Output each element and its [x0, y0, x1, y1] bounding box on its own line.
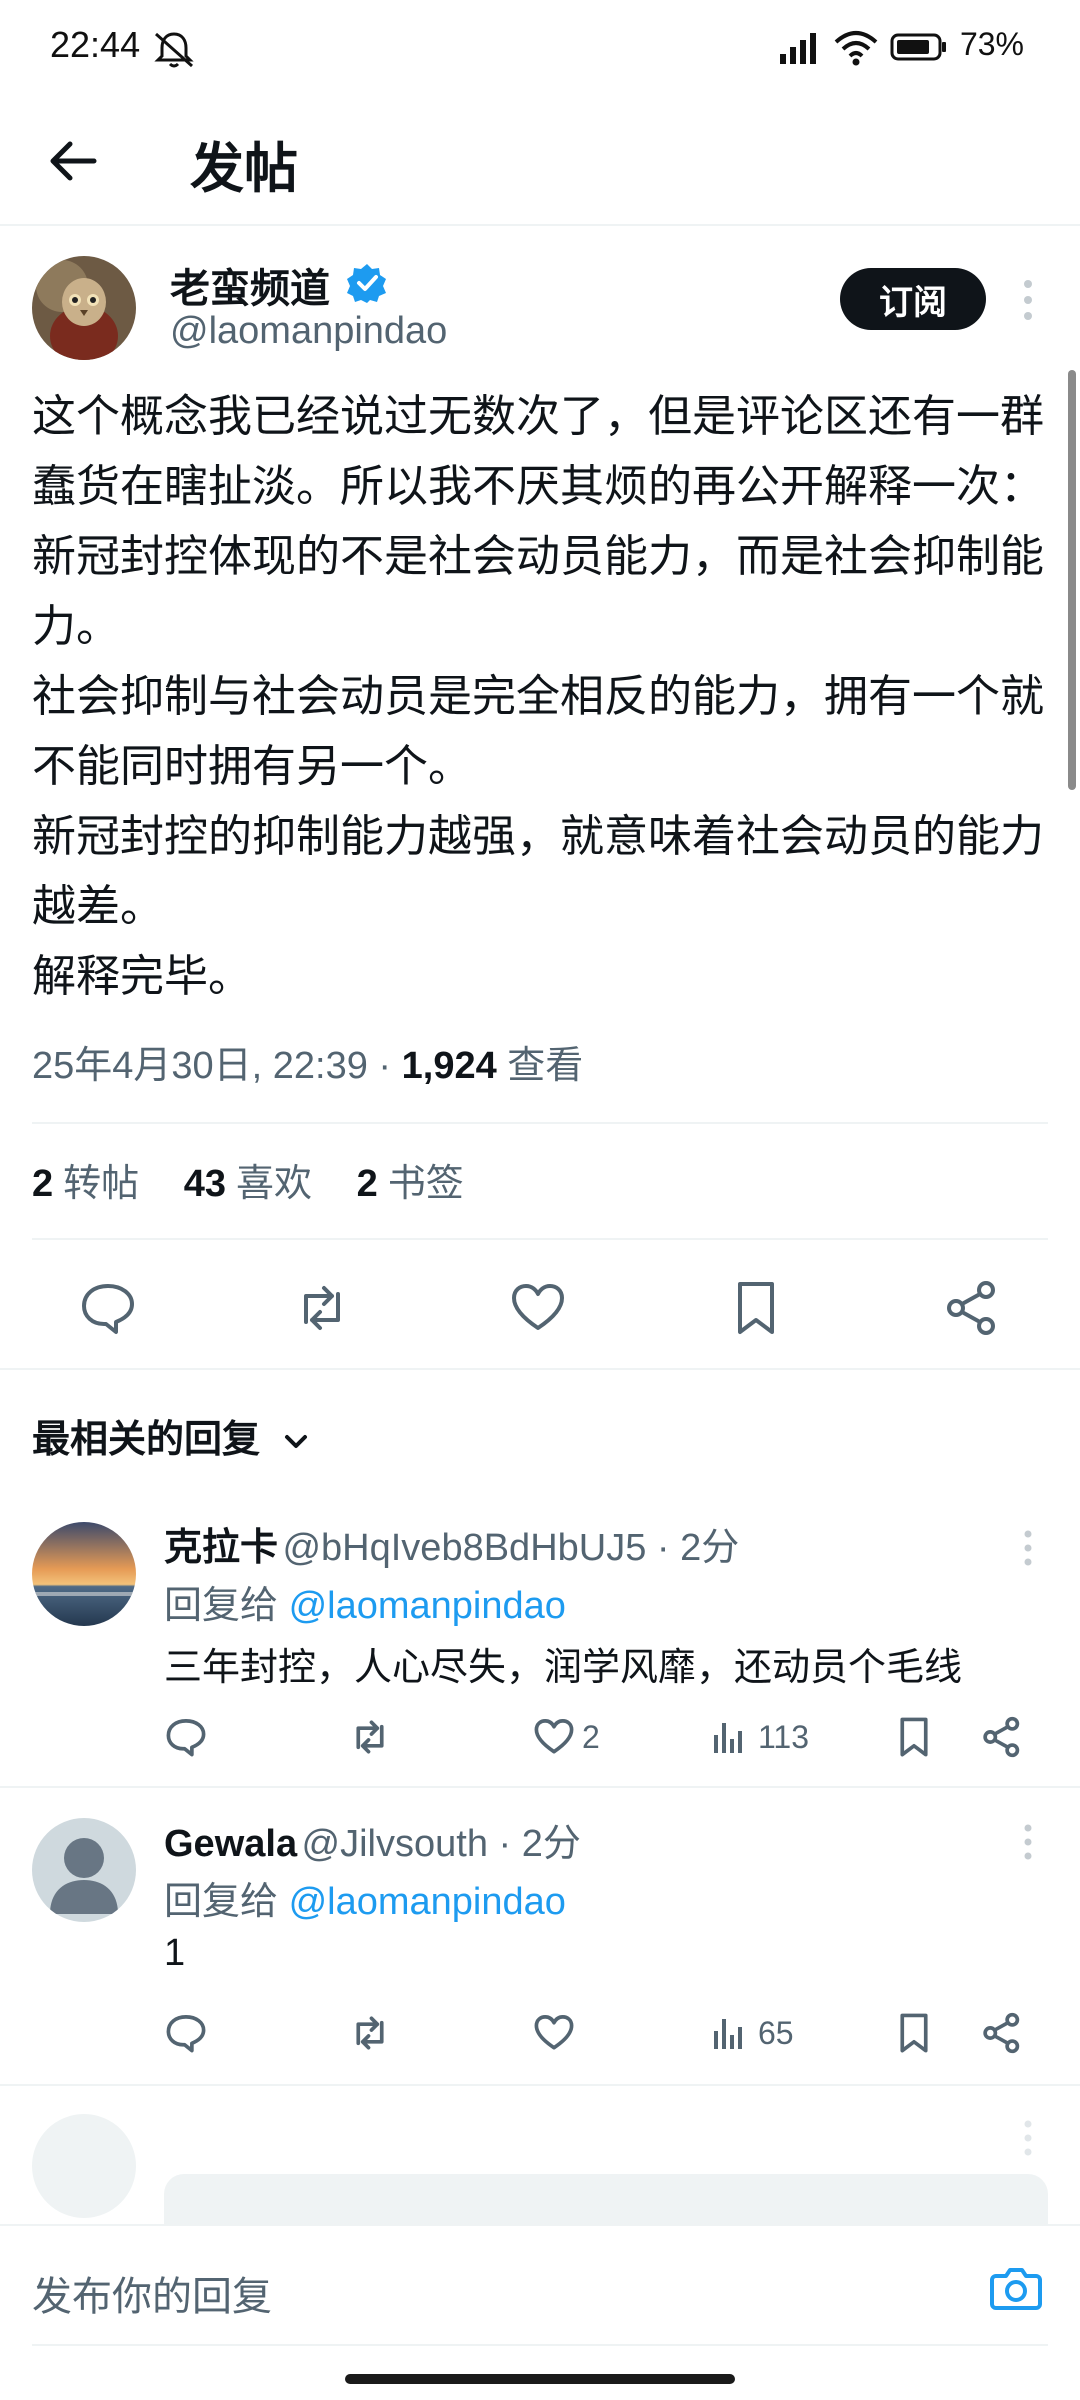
post-stats: 2 转帖 43 喜欢 2 书签 [32, 1152, 498, 1207]
reply-icon[interactable] [78, 1278, 138, 1338]
reply-to-line: 回复给 @laomanpindao [164, 1574, 566, 1629]
like-button[interactable] [532, 2008, 582, 2058]
views-button[interactable]: 113 [710, 1712, 809, 1762]
reply-author-name[interactable]: Gewala [164, 1823, 297, 1865]
loading-avatar-placeholder [32, 2114, 136, 2218]
reply-to-prefix: 回复给 [164, 1881, 289, 1923]
post-action-bar [0, 1248, 1080, 1368]
reply-author-handle[interactable]: @Jilvsouth · 2分 [302, 1823, 581, 1865]
divider [0, 2084, 1080, 2086]
like-heart-icon[interactable] [508, 1278, 568, 1338]
battery-icon [890, 33, 946, 61]
author-avatar[interactable] [32, 256, 136, 360]
views-count: 1,924 [401, 1045, 497, 1087]
reply-to-mention[interactable]: @laomanpindao [289, 1881, 566, 1923]
reposts-count: 2 [32, 1163, 54, 1205]
repost-button[interactable] [348, 2008, 392, 2058]
verified-badge-icon [347, 264, 386, 303]
more-options-icon[interactable] [1016, 278, 1040, 322]
bookmark-icon [900, 2013, 928, 2053]
top-app-bar: 发帖 [0, 96, 1080, 226]
reply-compose-bar[interactable]: 发布你的回复 [0, 2224, 1080, 2346]
divider [0, 1786, 1080, 1788]
reply-avatar[interactable] [32, 1522, 136, 1626]
chevron-down-icon [284, 1434, 307, 1448]
status-time: 22:44 [50, 24, 141, 65]
bookmarks-count: 2 [356, 1163, 378, 1205]
replies-sort-label: 最相关的回复 [32, 1419, 261, 1461]
reply-header: Gewala @Jilvsouth · 2分 [164, 1812, 581, 1867]
author-name-text[interactable]: 老蛮频道 [170, 267, 330, 311]
reply-button[interactable] [164, 1712, 208, 1762]
like-heart-icon [534, 1719, 574, 1754]
wifi-icon [834, 31, 878, 66]
home-indicator[interactable] [345, 2374, 735, 2384]
post-text: 这个概念我已经说过无数次了，但是评论区还有一群蠢货在瞎扯淡。所以我不厌其烦的再公… [32, 392, 1044, 1001]
post-meta: 25年4月30日, 22:39 · 1,924 查看 [32, 1034, 583, 1089]
divider [32, 1238, 1048, 1240]
reply-view-count: 113 [758, 1718, 810, 1755]
battery-percent: 73% [959, 26, 1024, 62]
more-options-icon[interactable] [1016, 1528, 1040, 1568]
reply-icon [166, 2015, 206, 2053]
like-button[interactable]: 2 [532, 1712, 600, 1762]
bookmark-button[interactable] [892, 1712, 936, 1762]
reply-like-count: 2 [582, 1718, 600, 1755]
mute-icon [154, 32, 194, 68]
divider [32, 2344, 1048, 2346]
more-options-icon[interactable] [1016, 1822, 1040, 1862]
status-bar: 22:44 73% [0, 0, 1080, 96]
repost-button[interactable] [348, 1712, 392, 1762]
share-button[interactable] [980, 1712, 1024, 1762]
reply-input[interactable]: 发布你的回复 [32, 2264, 272, 2322]
likes-count: 43 [183, 1163, 226, 1205]
share-icon[interactable] [942, 1278, 1002, 1338]
reply-author-handle[interactable]: @bHqIveb8BdHbUJ5 · 2分 [282, 1527, 739, 1569]
likes-label: 喜欢 [236, 1163, 313, 1205]
reposts-label: 转帖 [63, 1163, 140, 1205]
back-arrow-icon[interactable] [46, 134, 100, 188]
reply-avatar[interactable] [32, 1818, 136, 1922]
bookmark-icon [900, 1717, 928, 1757]
share-icon [983, 1716, 1020, 1758]
reposts-stat[interactable]: 2 转帖 [32, 1163, 139, 1205]
subscribe-button[interactable]: 订阅 [840, 268, 986, 330]
reply-text: 三年封控，人心尽失，润学风靡，还动员个毛线 [164, 1647, 963, 1689]
author-handle[interactable]: @laomanpindao [170, 310, 447, 353]
likes-stat[interactable]: 43 喜欢 [184, 1163, 312, 1205]
reply-text: 1 [164, 1932, 186, 1974]
reply-view-count: 65 [758, 2014, 794, 2051]
analytics-bars-icon [714, 1723, 742, 1753]
replies-sort-dropdown[interactable]: 最相关的回复 [32, 1408, 313, 1463]
more-options-icon [1024, 2120, 1032, 2156]
signal-icon [780, 33, 816, 64]
divider [0, 1368, 1080, 1370]
bookmark-button[interactable] [892, 2008, 936, 2058]
reply-button[interactable] [164, 2008, 208, 2058]
views-label: 查看 [496, 1045, 584, 1087]
reply-to-mention[interactable]: @laomanpindao [289, 1585, 566, 1627]
repost-icon[interactable] [292, 1278, 352, 1338]
camera-icon[interactable] [990, 2264, 1042, 2312]
analytics-bars-icon [714, 2019, 742, 2049]
reply-to-line: 回复给 @laomanpindao [164, 1870, 566, 1925]
share-icon [983, 2012, 1020, 2054]
post-timestamp: 25年4月30日, 22:39 · [32, 1045, 402, 1087]
views-button[interactable]: 65 [710, 2008, 794, 2058]
divider [32, 1122, 1048, 1124]
reply-to-prefix: 回复给 [164, 1585, 289, 1627]
repost-icon [356, 1720, 384, 1754]
bookmarks-stat[interactable]: 2 书签 [357, 1163, 464, 1205]
bookmark-icon[interactable] [726, 1278, 786, 1338]
reply-header: 克拉卡 @bHqIveb8BdHbUJ5 · 2分 [164, 1516, 739, 1571]
repost-icon [356, 2016, 384, 2050]
like-heart-icon [534, 2015, 574, 2050]
bookmarks-label: 书签 [387, 1163, 464, 1205]
reply-icon [166, 1719, 206, 1757]
page-title: 发帖 [190, 139, 298, 199]
reply-author-name[interactable]: 克拉卡 [164, 1527, 278, 1569]
scrollbar[interactable] [1068, 370, 1076, 790]
share-button[interactable] [980, 2008, 1024, 2058]
author-name[interactable]: 老蛮频道 [170, 256, 330, 314]
